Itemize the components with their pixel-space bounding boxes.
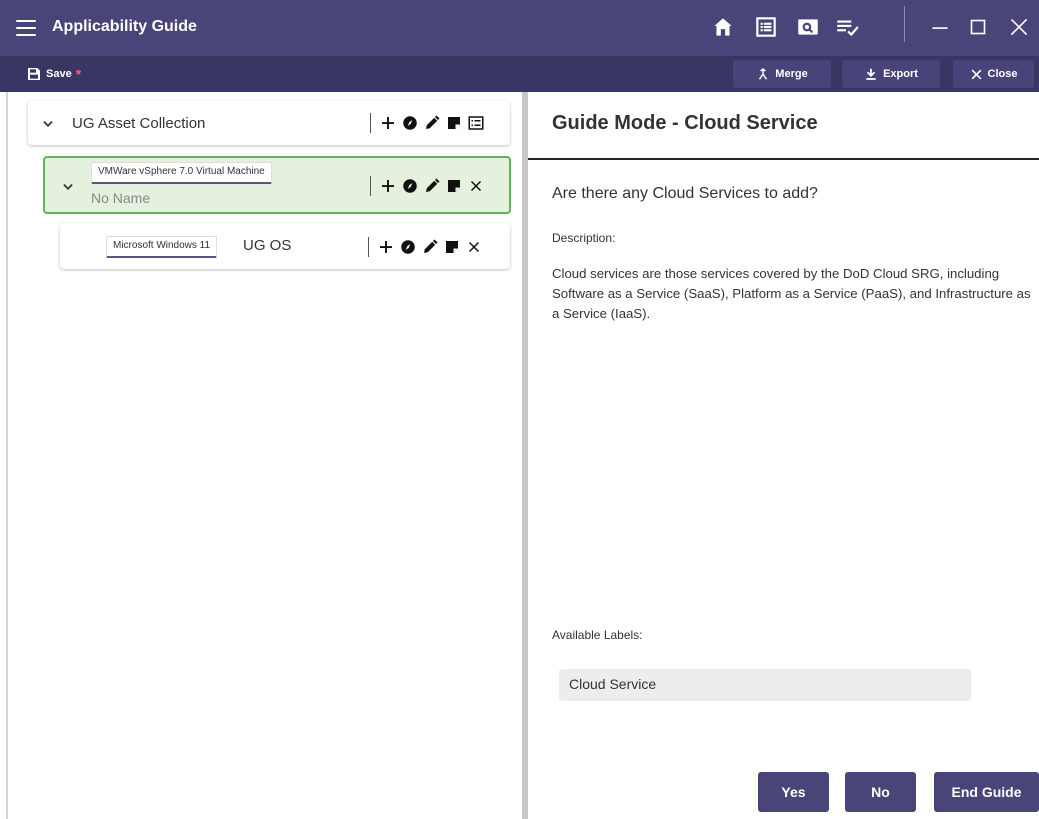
save-icon	[28, 68, 40, 80]
chevron-down-icon[interactable]	[61, 180, 75, 194]
preview-icon[interactable]	[795, 14, 821, 40]
note-icon[interactable]	[445, 114, 463, 132]
add-icon[interactable]	[379, 114, 397, 132]
close-window-icon[interactable]	[1006, 14, 1032, 40]
description-text: Cloud services are those services covere…	[552, 266, 1031, 321]
maximize-icon[interactable]	[965, 14, 991, 40]
guide-title: Guide Mode - Cloud Service	[552, 112, 818, 134]
description-label: Description:	[552, 231, 616, 245]
toolbar: Save * Merge Export Close	[0, 56, 1039, 92]
note-icon[interactable]	[445, 177, 463, 195]
list-icon[interactable]	[467, 114, 485, 132]
titlebar-divider	[904, 6, 905, 42]
delete-icon[interactable]	[467, 177, 485, 195]
edit-icon[interactable]	[423, 177, 441, 195]
node-actions	[370, 176, 485, 196]
close-icon	[971, 69, 981, 79]
menu-icon[interactable]	[16, 20, 36, 36]
chevron-down-icon[interactable]	[41, 117, 55, 131]
tree-node-os[interactable]: Microsoft Windows 11 UG OS	[60, 223, 510, 269]
close-button[interactable]: Close	[953, 60, 1034, 88]
guide-pane: Guide Mode - Cloud Service Are there any…	[528, 92, 1039, 819]
export-button[interactable]: Export	[842, 60, 940, 88]
merge-button[interactable]: Merge	[733, 60, 831, 88]
app-title: Applicability Guide	[52, 18, 197, 35]
compass-icon[interactable]	[401, 114, 419, 132]
node-actions	[368, 237, 483, 257]
title-bar: Applicability Guide	[0, 0, 1039, 56]
delete-icon[interactable]	[465, 238, 483, 256]
close-label: Close	[987, 68, 1018, 80]
node-name: No Name	[91, 190, 151, 206]
pane-edge	[6, 92, 8, 819]
edit-icon[interactable]	[421, 238, 439, 256]
save-button[interactable]: Save *	[26, 60, 106, 88]
add-icon[interactable]	[377, 238, 395, 256]
asset-type-chip[interactable]: VMWare vSphere 7.0 Virtual Machine	[91, 162, 272, 184]
tree-node-root[interactable]: UG Asset Collection	[28, 101, 510, 145]
available-labels-label: Available Labels:	[552, 628, 643, 642]
guide-divider	[528, 158, 1039, 160]
tree-node-virtual-machine[interactable]: VMWare vSphere 7.0 Virtual Machine No Na…	[43, 156, 511, 214]
playlist-check-icon[interactable]	[834, 14, 860, 40]
asset-type-chip[interactable]: Microsoft Windows 11	[106, 236, 218, 258]
guide-question: Are there any Cloud Services to add?	[552, 185, 818, 202]
save-label: Save	[46, 68, 72, 80]
node-actions	[370, 113, 485, 133]
yes-button[interactable]: Yes	[758, 772, 829, 812]
end-guide-button[interactable]: End Guide	[934, 772, 1039, 812]
edit-icon[interactable]	[423, 114, 441, 132]
actions-divider	[370, 176, 371, 196]
download-icon	[866, 68, 876, 80]
home-icon[interactable]	[710, 14, 736, 40]
merge-icon	[759, 68, 768, 80]
list-view-icon[interactable]	[753, 14, 779, 40]
actions-divider	[370, 113, 371, 133]
no-button[interactable]: No	[845, 772, 916, 812]
actions-divider	[368, 237, 369, 257]
export-label: Export	[883, 68, 918, 80]
label-option-cloud-service[interactable]: Cloud Service	[559, 669, 971, 701]
note-icon[interactable]	[443, 238, 461, 256]
unsaved-marker: *	[75, 66, 82, 82]
node-name: UG OS	[243, 237, 292, 254]
asset-tree-pane: UG Asset Collection VMWare vSphere 7.0 V…	[0, 92, 522, 819]
compass-icon[interactable]	[399, 238, 417, 256]
merge-label: Merge	[775, 68, 808, 80]
compass-icon[interactable]	[401, 177, 419, 195]
add-icon[interactable]	[379, 177, 397, 195]
minimize-icon[interactable]	[927, 14, 953, 40]
node-label: UG Asset Collection	[72, 115, 206, 132]
